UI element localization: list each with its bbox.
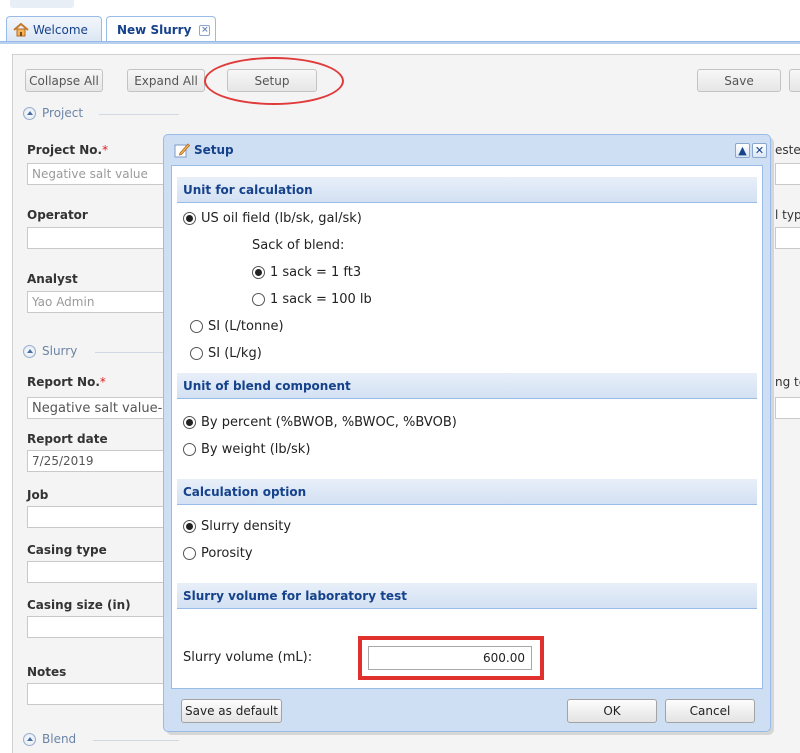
highlight-box [358,636,544,680]
slurry-section-label: Slurry [42,344,78,358]
collapse-all-button[interactable]: Collapse All [25,69,103,92]
collapse-icon[interactable] [23,732,36,746]
expand-all-button[interactable]: Expand All [127,69,205,92]
radio-porosity[interactable]: Porosity [183,546,253,561]
radio-us-oil[interactable]: US oil field (lb/sk, gal/sk) [183,211,362,226]
edit-icon [174,143,190,158]
tab-welcome[interactable]: Welcome [6,16,102,42]
job-label: Job [27,488,49,502]
cut-label-2: l typ [775,208,800,222]
radio-by-weight[interactable]: By weight (lb/sk) [183,442,310,457]
porosity-label: Porosity [201,546,253,561]
radio-empty-icon[interactable] [183,547,196,560]
required-mark: * [99,375,106,389]
setup-dialog: Setup ▲ ✕ Unit for calculation US oil fi… [163,134,771,732]
operator-label: Operator [27,208,88,222]
radio-selected-icon[interactable] [183,520,196,533]
cancel-button[interactable]: Cancel [665,699,755,723]
report-no-label-text: Report No. [27,375,100,389]
by-weight-label: By weight (lb/sk) [201,442,311,457]
slurry-volume-label: Slurry volume (mL): [183,650,313,665]
sack-ft3-label: 1 sack = 1 ft3 [270,265,362,280]
si-kg-label: SI (L/kg) [208,346,262,361]
radio-empty-icon[interactable] [190,320,203,333]
sack-of-blend-label: Sack of blend: [252,238,345,253]
dialog-body: Unit for calculation US oil field (lb/sk… [171,165,763,689]
cut-label-3: ng te [775,375,800,389]
extra-toolbar-button[interactable] [789,69,800,92]
highlight-oval [204,57,344,105]
radio-si-kg[interactable]: SI (L/kg) [190,346,262,361]
cut-input-1[interactable] [775,163,800,185]
collapse-icon[interactable] [23,344,36,358]
radio-empty-icon[interactable] [252,293,265,306]
ok-button[interactable]: OK [567,699,657,723]
report-date-label: Report date [27,432,108,446]
calc-option-header: Calculation option [177,479,757,505]
dialog-header[interactable]: Setup ▲ ✕ [164,135,770,165]
casing-size-label: Casing size (in) [27,598,131,612]
collapse-dialog-icon[interactable]: ▲ [735,142,750,158]
by-percent-label: By percent (%BWOB, %BWOC, %BVOB) [201,415,457,430]
blend-section-label: Blend [42,732,77,746]
project-no-label: Project No.* [27,143,108,157]
radio-empty-icon[interactable] [183,443,196,456]
project-section-header[interactable]: Project [23,106,83,120]
cut-input-3[interactable] [775,397,800,419]
casing-type-label: Casing type [27,543,107,557]
us-oil-label: US oil field (lb/sk, gal/sk) [201,211,362,226]
slurry-density-label: Slurry density [201,519,292,534]
home-icon [13,22,29,36]
radio-selected-icon[interactable] [183,416,196,429]
save-button[interactable]: Save [697,69,781,92]
notes-label: Notes [27,665,67,679]
close-tab-icon[interactable]: × [199,24,211,36]
collapse-icon[interactable] [23,106,36,120]
project-section-label: Project [42,106,84,120]
divider [93,740,179,741]
slurry-section-header[interactable]: Slurry [23,344,77,358]
sack-lb-label: 1 sack = 100 lb [270,292,372,307]
radio-slurry-density[interactable]: Slurry density [183,519,291,534]
radio-sack-lb[interactable]: 1 sack = 100 lb [252,292,372,307]
logo-watermark [10,0,74,8]
tab-welcome-label: Welcome [33,22,88,37]
radio-si-tonne[interactable]: SI (L/tonne) [190,319,284,334]
radio-by-percent[interactable]: By percent (%BWOB, %BWOC, %BVOB) [183,415,457,430]
divider [99,114,179,115]
slurry-volume-header: Slurry volume for laboratory test [177,583,757,609]
save-as-default-button[interactable]: Save as default [181,699,282,723]
close-icon[interactable]: ✕ [752,142,767,158]
analyst-label: Analyst [27,272,78,286]
tab-new-slurry[interactable]: New Slurry × [106,16,216,43]
radio-selected-icon[interactable] [252,266,265,279]
unit-blend-header: Unit of blend component [177,373,757,399]
unit-calc-header: Unit for calculation [177,177,757,203]
blend-section-header[interactable]: Blend [23,732,76,746]
project-no-label-text: Project No. [27,143,103,157]
cut-label-1: este [775,143,800,157]
tab-bar: Welcome New Slurry × [0,0,800,44]
radio-sack-ft3[interactable]: 1 sack = 1 ft3 [252,265,361,280]
tab-strip-line [0,41,800,44]
radio-empty-icon[interactable] [190,347,203,360]
required-mark: * [102,143,109,157]
tab-new-slurry-label: New Slurry [117,23,192,37]
radio-selected-icon[interactable] [183,212,196,225]
cut-input-2[interactable] [775,227,800,249]
dialog-title: Setup [194,143,234,157]
report-no-label: Report No.* [27,375,106,389]
si-tonne-label: SI (L/tonne) [208,319,284,334]
